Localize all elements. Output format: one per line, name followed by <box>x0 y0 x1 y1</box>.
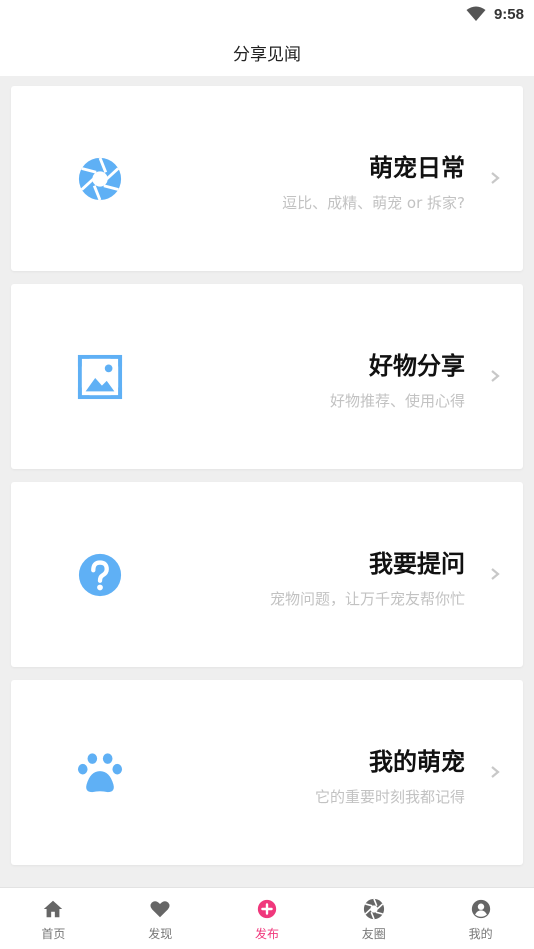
card-ask-question[interactable]: 我要提问 宠物问题，让万千宠友帮你忙 <box>11 482 523 667</box>
card-subtitle: 逗比、成精、萌宠 or 拆家? <box>282 194 465 212</box>
tab-label: 我的 <box>468 927 493 941</box>
card-my-pet[interactable]: 我的萌宠 它的重要时刻我都记得 <box>11 680 523 865</box>
wifi-icon <box>466 6 486 21</box>
chevron-right-icon <box>491 568 500 580</box>
tab-discover[interactable]: 发现 <box>107 888 214 949</box>
heart-icon <box>150 901 170 918</box>
tab-profile[interactable]: 我的 <box>427 888 534 949</box>
tab-friends[interactable]: 友圈 <box>320 888 427 949</box>
tab-label: 首页 <box>41 927 66 941</box>
tab-label: 友圈 <box>361 927 386 941</box>
tab-label: 发现 <box>148 927 173 941</box>
home-icon <box>44 900 63 918</box>
card-subtitle: 好物推荐、使用心得 <box>329 392 465 410</box>
tab-home[interactable]: 首页 <box>0 888 107 949</box>
card-good-share[interactable]: 好物分享 好物推荐、使用心得 <box>11 284 523 469</box>
tab-publish[interactable]: 发布 <box>214 888 321 949</box>
card-title: 萌宠日常 <box>369 154 465 182</box>
aperture-icon <box>363 898 384 920</box>
chevron-right-icon <box>491 370 500 382</box>
question-mark-icon <box>78 553 122 597</box>
camera-aperture-icon <box>78 157 122 201</box>
card-subtitle: 它的重要时刻我都记得 <box>314 788 465 806</box>
card-title: 好物分享 <box>369 352 465 380</box>
paw-icon <box>77 753 123 793</box>
user-icon <box>471 899 490 919</box>
card-subtitle: 宠物问题，让万千宠友帮你忙 <box>269 590 465 608</box>
picture-frame-icon <box>77 354 123 400</box>
card-pet-daily[interactable]: 萌宠日常 逗比、成精、萌宠 or 拆家? <box>11 86 523 271</box>
status-bar: 9:58 <box>0 0 534 28</box>
tab-label: 发布 <box>254 927 279 941</box>
app-header: 分享见闻 <box>0 28 534 76</box>
bottom-tab-bar: 首页 发现 发布 友圈 我的 <box>0 887 534 949</box>
status-time: 9:58 <box>493 5 524 23</box>
chevron-right-icon <box>491 766 500 778</box>
plus-circle-icon <box>257 899 277 919</box>
chevron-right-icon <box>491 172 500 184</box>
page-title: 分享见闻 <box>233 44 301 65</box>
card-title: 我的萌宠 <box>369 748 465 776</box>
card-title: 我要提问 <box>369 550 465 578</box>
